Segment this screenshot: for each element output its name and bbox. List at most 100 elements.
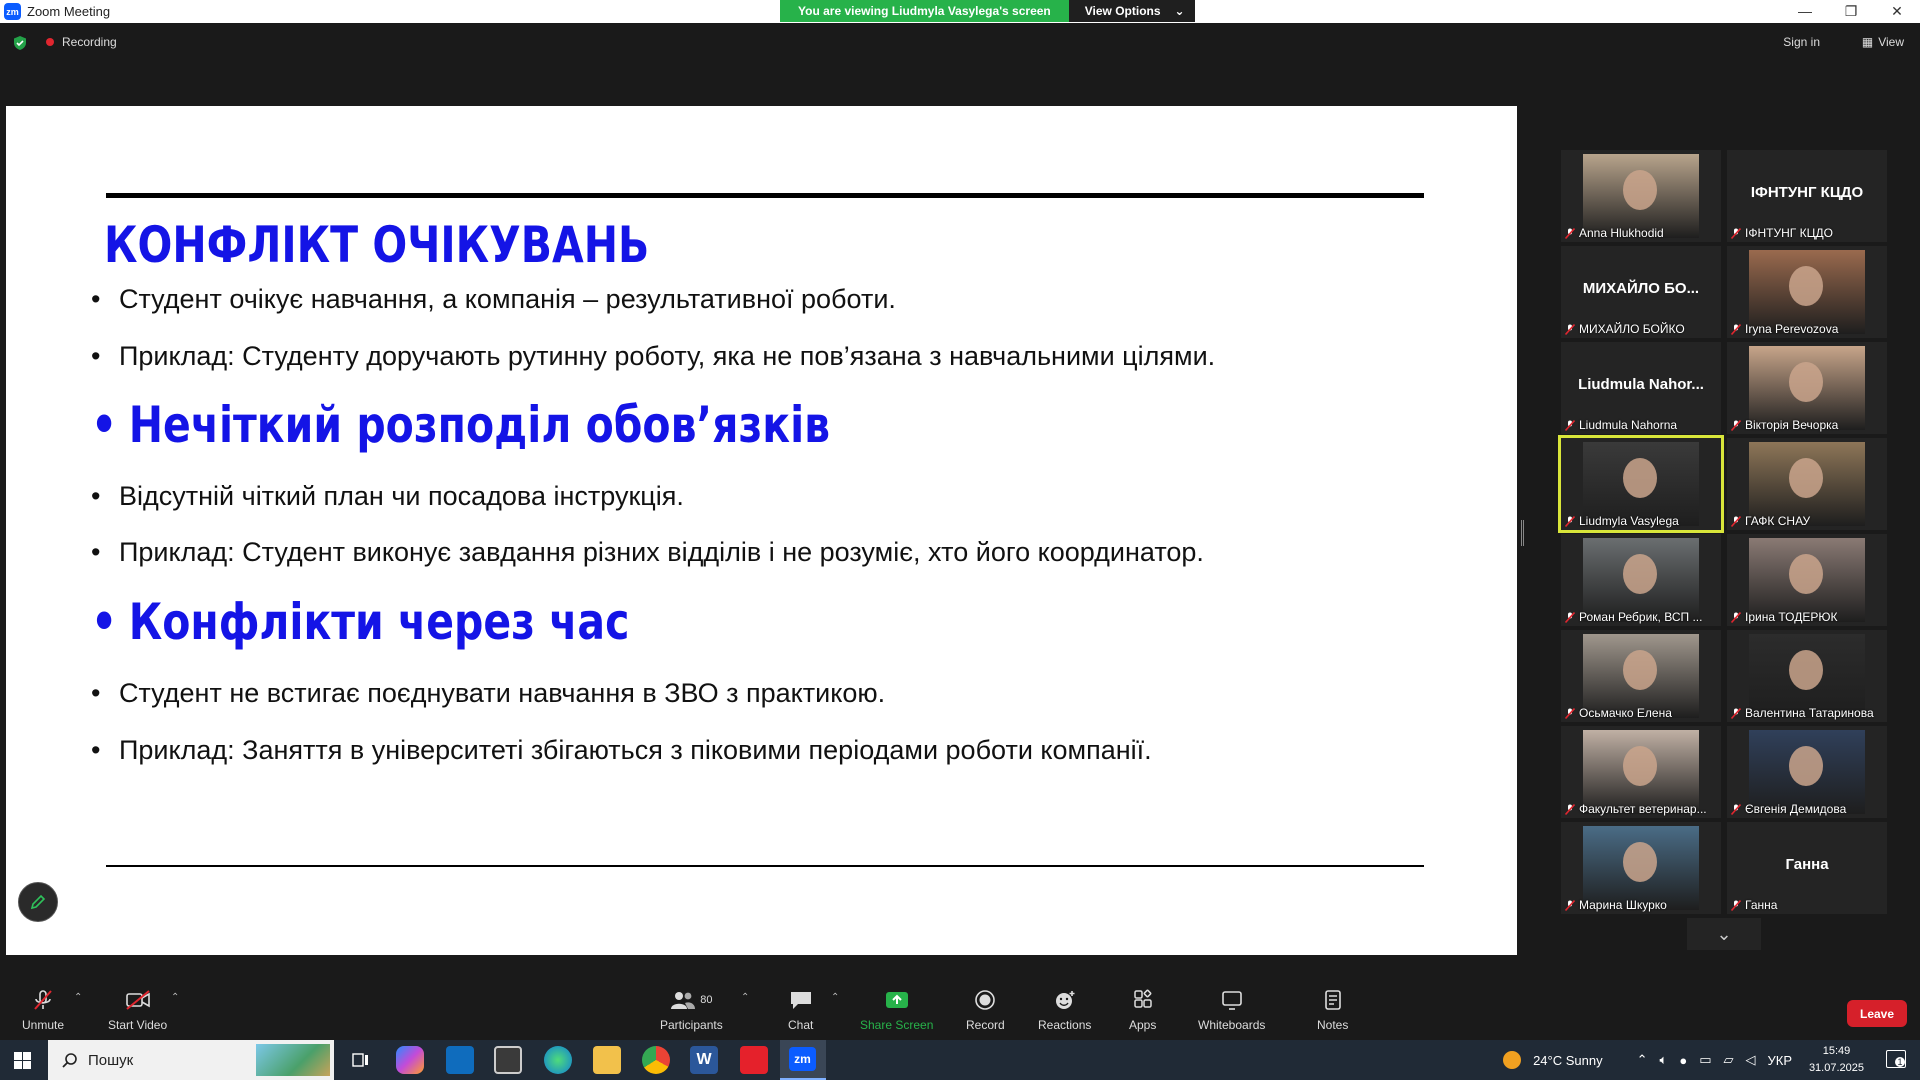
muted-mic-icon: [1731, 611, 1741, 623]
participant-tile[interactable]: Осьмачко Елена: [1561, 630, 1721, 722]
view-button[interactable]: ▦ View: [1862, 35, 1904, 49]
start-video-button[interactable]: Start Video: [108, 988, 167, 1032]
slide-top-rule: [106, 193, 1424, 198]
notes-button[interactable]: Notes: [1317, 988, 1348, 1032]
participants-options-caret[interactable]: ⌃: [741, 992, 749, 1003]
meeting-topbar: Recording Sign in ▦ View: [0, 23, 1920, 63]
battery-icon[interactable]: ▭: [1699, 1052, 1711, 1068]
record-button[interactable]: Record: [966, 988, 1005, 1032]
tray-overflow-icon[interactable]: ⌃: [1637, 1052, 1648, 1068]
apps-button[interactable]: Apps: [1129, 988, 1156, 1032]
heading-text: Нечіткий розподіл обов’язків: [128, 396, 831, 454]
notification-center-icon[interactable]: 1: [1886, 1050, 1906, 1068]
leave-button[interactable]: Leave: [1847, 1000, 1907, 1027]
bullet-text: Приклад: Заняття в університеті збігають…: [119, 735, 1152, 765]
chat-options-caret[interactable]: ⌃: [831, 992, 839, 1003]
window-titlebar: zm Zoom Meeting You are viewing Liudmyla…: [0, 0, 1920, 23]
participant-tile[interactable]: ГАФК СНАУ: [1727, 438, 1887, 530]
unmute-button[interactable]: Unmute: [22, 988, 64, 1032]
participant-face: [1623, 842, 1657, 882]
word-icon[interactable]: W: [690, 1046, 718, 1074]
recording-indicator[interactable]: Recording: [46, 35, 117, 49]
bullet-mark: •: [91, 678, 101, 708]
participant-face: [1623, 746, 1657, 786]
task-view-icon[interactable]: [346, 1046, 374, 1074]
participant-tile[interactable]: ІФНТУНГ КЦДО ІФНТУНГ КЦДО: [1727, 150, 1887, 242]
participant-tile[interactable]: Марина Шкурко: [1561, 822, 1721, 914]
bullet-mark: •: [91, 284, 101, 314]
muted-mic-icon: [1565, 803, 1575, 815]
participant-tile[interactable]: МИХАЙЛО БО... МИХАЙЛО БОЙКО: [1561, 246, 1721, 338]
sign-in-link[interactable]: Sign in: [1783, 35, 1820, 49]
outlook-icon[interactable]: [446, 1046, 474, 1074]
bullet-mark: •: [91, 537, 101, 567]
microphone-icon[interactable]: ●: [1679, 1053, 1687, 1068]
participant-tile[interactable]: Ганна Ганна: [1727, 822, 1887, 914]
participant-tile[interactable]: Liudmula Nahor... Liudmula Nahorna: [1561, 342, 1721, 434]
participant-tile[interactable]: Вікторія Вечорка: [1727, 342, 1887, 434]
participant-name: Liudmyla Vasylega: [1579, 514, 1679, 528]
chat-label: Chat: [788, 1018, 814, 1032]
muted-mic-icon: [1731, 515, 1741, 527]
zoom-taskbar-button[interactable]: zm: [780, 1040, 826, 1080]
taskbar-search-box[interactable]: Пошук: [48, 1040, 334, 1080]
participant-tile[interactable]: Ірина ТОДЕРЮК: [1727, 534, 1887, 626]
slide-bullet: • Приклад: Студенту доручають рутинну ро…: [91, 341, 1215, 372]
gallery-scroll-down-button[interactable]: ⌄: [1687, 918, 1761, 950]
participant-name-bar: Валентина Татаринова: [1731, 706, 1874, 720]
muted-mic-icon: [1565, 707, 1575, 719]
participant-tile[interactable]: Валентина Татаринова: [1727, 630, 1887, 722]
slide-bottom-rule: [106, 865, 1424, 867]
whiteboard-icon: [1220, 988, 1244, 1012]
language-indicator[interactable]: УКР: [1767, 1053, 1792, 1068]
chrome-icon[interactable]: [642, 1046, 670, 1074]
participant-tile[interactable]: Anna Hlukhodid: [1561, 150, 1721, 242]
participant-name: Осьмачко Елена: [1579, 706, 1672, 720]
participant-display-name: Ганна: [1785, 856, 1829, 873]
copilot-icon[interactable]: [396, 1046, 424, 1074]
reactions-button[interactable]: Reactions: [1038, 988, 1091, 1032]
participant-tile[interactable]: Iryna Perevozova: [1727, 246, 1887, 338]
muted-mic-icon: [1731, 899, 1741, 911]
weather-text[interactable]: 24°C Sunny: [1533, 1053, 1603, 1068]
participant-tile[interactable]: Роман Ребрик, ВСП ...: [1561, 534, 1721, 626]
whiteboards-button[interactable]: Whiteboards: [1198, 988, 1265, 1032]
taskbar-clock[interactable]: 15:49 31.07.2025: [1809, 1043, 1864, 1077]
view-options-button[interactable]: View Options ⌄: [1068, 0, 1195, 22]
participants-button[interactable]: 80 Participants: [660, 988, 723, 1032]
windows-taskbar: Пошук W zm 24°C Sunny ⌃ 🔈︎ ● ▭ ▱ ◁ УКР 1…: [0, 1040, 1920, 1080]
share-screen-button[interactable]: Share Screen: [860, 988, 933, 1032]
file-explorer-icon[interactable]: [593, 1046, 621, 1074]
audio-options-caret[interactable]: ⌃: [74, 992, 82, 1003]
restore-button[interactable]: ❐: [1828, 0, 1874, 22]
clock-time: 15:49: [1822, 1045, 1851, 1057]
edge-icon[interactable]: [544, 1046, 572, 1074]
network-icon[interactable]: ▱: [1723, 1052, 1733, 1068]
store-icon[interactable]: [494, 1046, 522, 1074]
participant-tile[interactable]: Liudmyla Vasylega: [1558, 435, 1724, 533]
video-options-caret[interactable]: ⌃: [171, 992, 179, 1003]
participant-name: Anna Hlukhodid: [1579, 226, 1664, 240]
muted-mic-icon: [1565, 899, 1575, 911]
volume-icon[interactable]: ◁: [1745, 1052, 1755, 1068]
annotate-pen-button[interactable]: [18, 882, 58, 922]
security-shield-icon[interactable]: [12, 35, 28, 51]
recording-dot-icon: [46, 38, 54, 46]
panel-resize-handle[interactable]: [1521, 520, 1524, 546]
participant-face: [1623, 650, 1657, 690]
participant-name-bar: Ірина ТОДЕРЮК: [1731, 610, 1837, 624]
wps-icon[interactable]: [740, 1046, 768, 1074]
bullet-mark: •: [91, 341, 101, 371]
speaker-icon[interactable]: 🔈︎: [1660, 1052, 1668, 1068]
participant-name-bar: Ганна: [1731, 898, 1777, 912]
participant-tile[interactable]: Євгенія Демидова: [1727, 726, 1887, 818]
participant-face: [1789, 650, 1823, 690]
heading-text: Конфлікти через час: [128, 593, 630, 651]
video-off-icon: [124, 988, 152, 1012]
close-button[interactable]: ✕: [1874, 0, 1920, 22]
minimize-button[interactable]: —: [1782, 0, 1828, 22]
muted-mic-icon: [1731, 803, 1741, 815]
chat-button[interactable]: Chat: [788, 988, 813, 1032]
participant-tile[interactable]: Факультет ветеринар...: [1561, 726, 1721, 818]
windows-start-icon[interactable]: [14, 1052, 31, 1069]
